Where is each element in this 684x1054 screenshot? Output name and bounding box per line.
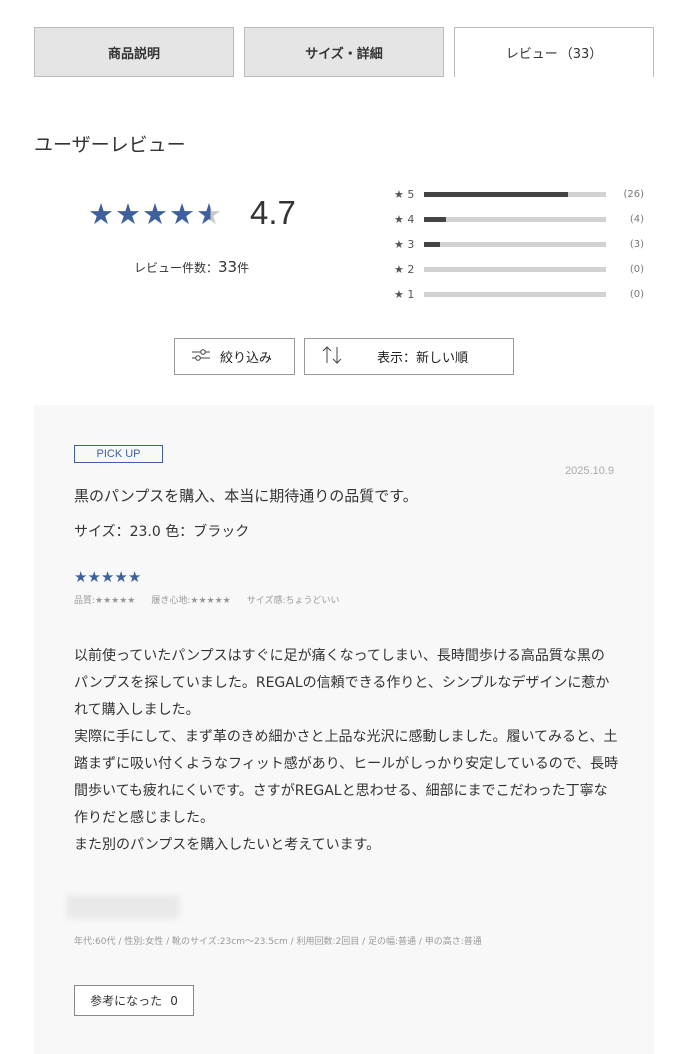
- distribution-count: (26): [623, 189, 644, 200]
- tab-label: 商品説明: [107, 46, 160, 62]
- distribution-count: (0): [629, 289, 644, 300]
- half-star-icon: ★: [196, 197, 222, 231]
- distribution-row[interactable]: ★ 2 (0): [394, 257, 644, 282]
- average-stars: ★ ★ ★ ★ ★: [88, 196, 222, 232]
- filter-label: 絞り込み: [220, 351, 273, 366]
- star-icon: ★: [169, 197, 195, 231]
- distribution-count: (4): [629, 214, 644, 225]
- star-icon: ★: [127, 568, 142, 586]
- helpful-count: 0: [170, 993, 178, 1008]
- distribution-bar: [424, 292, 606, 297]
- distribution-count: (3): [629, 239, 644, 250]
- review-count-unit: 件: [237, 261, 250, 275]
- star-icon: ★: [74, 568, 88, 586]
- star-icon: ★: [88, 197, 114, 231]
- distribution-row[interactable]: ★ 4 (4): [394, 207, 644, 232]
- tab-reviews[interactable]: レビュー （33）: [454, 27, 654, 77]
- sliders-icon: [191, 347, 211, 367]
- sort-label: 表示：新しい順: [377, 351, 469, 366]
- star-icon: ★: [87, 568, 101, 586]
- reviewer-meta: 年代:60代 / 性別:女性 / 靴のサイズ:23cm〜23.5cm / 利用回…: [74, 937, 482, 947]
- review-paragraph: 以前使っていたパンプスはすぐに足が痛くなってしまい、長時間歩ける高品質な黒のパン…: [74, 648, 610, 718]
- pickup-badge: PICK UP: [74, 445, 163, 463]
- distribution-bar: [424, 217, 606, 222]
- reviewer-name-blurred: [66, 895, 180, 919]
- review-stars: ★ ★ ★ ★ ★: [74, 568, 141, 586]
- helpful-button[interactable]: 参考になった 0: [74, 985, 194, 1016]
- helpful-label: 参考になった: [90, 994, 163, 1008]
- sort-arrows-icon: [321, 345, 343, 369]
- review-paragraph: また別のパンプスを購入したいと考えています。: [74, 837, 381, 853]
- distribution-label: ★ 2: [394, 263, 415, 276]
- tab-product-description[interactable]: 商品説明: [34, 27, 234, 77]
- distribution-bar-fill: [424, 242, 441, 247]
- section-title: ユーザーレビュー: [34, 134, 186, 156]
- star-icon: ★: [100, 568, 115, 586]
- tab-review-count: （33）: [559, 47, 603, 62]
- distribution-row[interactable]: ★ 5 (26): [394, 182, 644, 207]
- distribution-bar: [424, 267, 606, 272]
- star-icon: ★: [142, 197, 168, 231]
- distribution-row[interactable]: ★ 3 (3): [394, 232, 644, 257]
- average-rating: 4.7: [250, 194, 296, 231]
- attr-comfort: 履き心地:★★★★★: [151, 596, 231, 606]
- tab-label: サイズ・詳細: [305, 46, 383, 62]
- review-title: 黒のパンプスを購入、本当に期待通りの品質です。: [74, 487, 418, 505]
- distribution-label: ★ 3: [394, 238, 415, 251]
- distribution-label: ★ 4: [394, 213, 415, 226]
- distribution-label: ★ 1: [394, 288, 415, 301]
- distribution-bar: [424, 192, 606, 197]
- review-paragraph: 実際に手にして、まず革のきめ細かさと上品な光沢に感動しました。履いてみると、土踏…: [74, 729, 619, 826]
- review-date: 2025.10.9: [565, 465, 614, 477]
- distribution-bar-fill: [424, 217, 446, 222]
- tab-size-detail[interactable]: サイズ・詳細: [244, 27, 444, 77]
- review-attributes: 品質:★★★★★ 履き心地:★★★★★ サイズ感:ちょうどいい: [74, 593, 340, 606]
- attr-quality: 品質:★★★★★: [74, 596, 136, 606]
- review-card: PICK UP 2025.10.9 黒のパンプスを購入、本当に期待通りの品質です…: [34, 405, 654, 1054]
- star-icon: ★: [114, 568, 128, 586]
- review-size-color: サイズ：23.0 色：ブラック: [74, 524, 250, 540]
- distribution-bar-fill: [424, 192, 568, 197]
- review-count: レビュー件数：33件: [134, 258, 249, 276]
- rating-distribution: ★ 5 (26) ★ 4 (4) ★ 3 (3) ★ 2 (0) ★ 1 (0): [394, 182, 644, 307]
- distribution-count: (0): [629, 264, 644, 275]
- distribution-bar: [424, 242, 606, 247]
- review-body: 以前使っていたパンプスはすぐに足が痛くなってしまい、長時間歩ける高品質な黒のパン…: [74, 643, 619, 859]
- star-icon: ★: [115, 197, 141, 231]
- distribution-label: ★ 5: [394, 188, 415, 201]
- tab-label: レビュー: [505, 47, 558, 62]
- rating-summary: ★ ★ ★ ★ ★ 4.7 レビュー件数：33件 ★ 5 (26) ★ 4 (4…: [34, 178, 654, 308]
- distribution-row[interactable]: ★ 1 (0): [394, 282, 644, 307]
- filter-button[interactable]: 絞り込み: [174, 338, 295, 375]
- review-count-label: レビュー件数：: [134, 261, 219, 275]
- sort-button[interactable]: 表示：新しい順: [304, 338, 514, 375]
- review-count-value: 33: [218, 258, 238, 276]
- product-tabs: 商品説明 サイズ・詳細 レビュー （33）: [34, 27, 654, 77]
- attr-size-feel: サイズ感:ちょうどいい: [246, 596, 340, 606]
